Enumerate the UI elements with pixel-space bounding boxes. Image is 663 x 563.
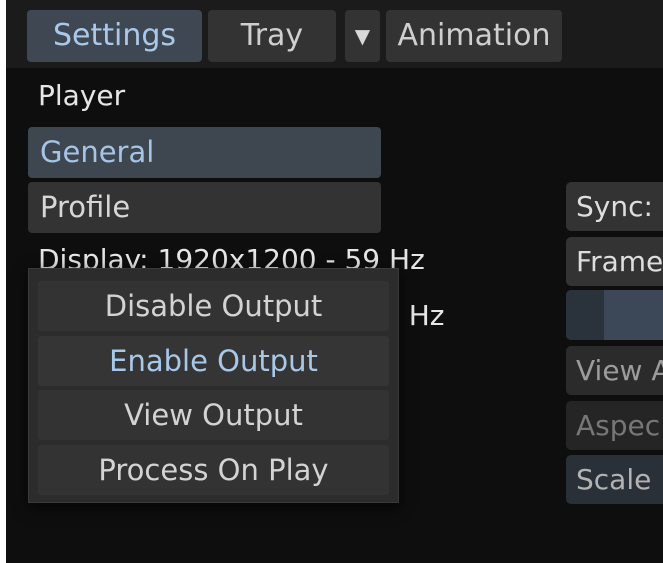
menu-item-view-output[interactable]: View Output	[38, 390, 389, 440]
menu-item-process-on-play[interactable]: Process On Play	[38, 445, 389, 495]
tab-settings[interactable]: Settings	[27, 10, 202, 62]
section-title-player: Player	[38, 79, 126, 112]
sync-button[interactable]: Sync:	[566, 182, 663, 231]
tab-bar: Settings Tray ▼ Animation	[6, 0, 663, 68]
slider[interactable]	[566, 290, 663, 340]
context-menu: Disable Output Enable Output View Output…	[28, 268, 399, 503]
chevron-down-icon[interactable]: ▼	[345, 10, 380, 62]
app-window: Settings Tray ▼ Animation Player General…	[6, 0, 663, 563]
list-item-profile[interactable]: Profile	[28, 182, 381, 233]
menu-item-enable-output[interactable]: Enable Output	[38, 336, 389, 386]
list-item-general[interactable]: General	[28, 127, 381, 178]
menu-item-disable-output[interactable]: Disable Output	[38, 281, 389, 331]
frame-button[interactable]: Frame	[566, 237, 663, 286]
aspect-button[interactable]: Aspec	[566, 401, 663, 450]
tab-tray[interactable]: Tray	[208, 10, 336, 62]
tab-animation[interactable]: Animation	[386, 10, 562, 62]
slider-handle[interactable]	[566, 290, 604, 340]
view-button[interactable]: View A	[566, 346, 663, 395]
scale-button[interactable]: Scale	[566, 455, 663, 504]
